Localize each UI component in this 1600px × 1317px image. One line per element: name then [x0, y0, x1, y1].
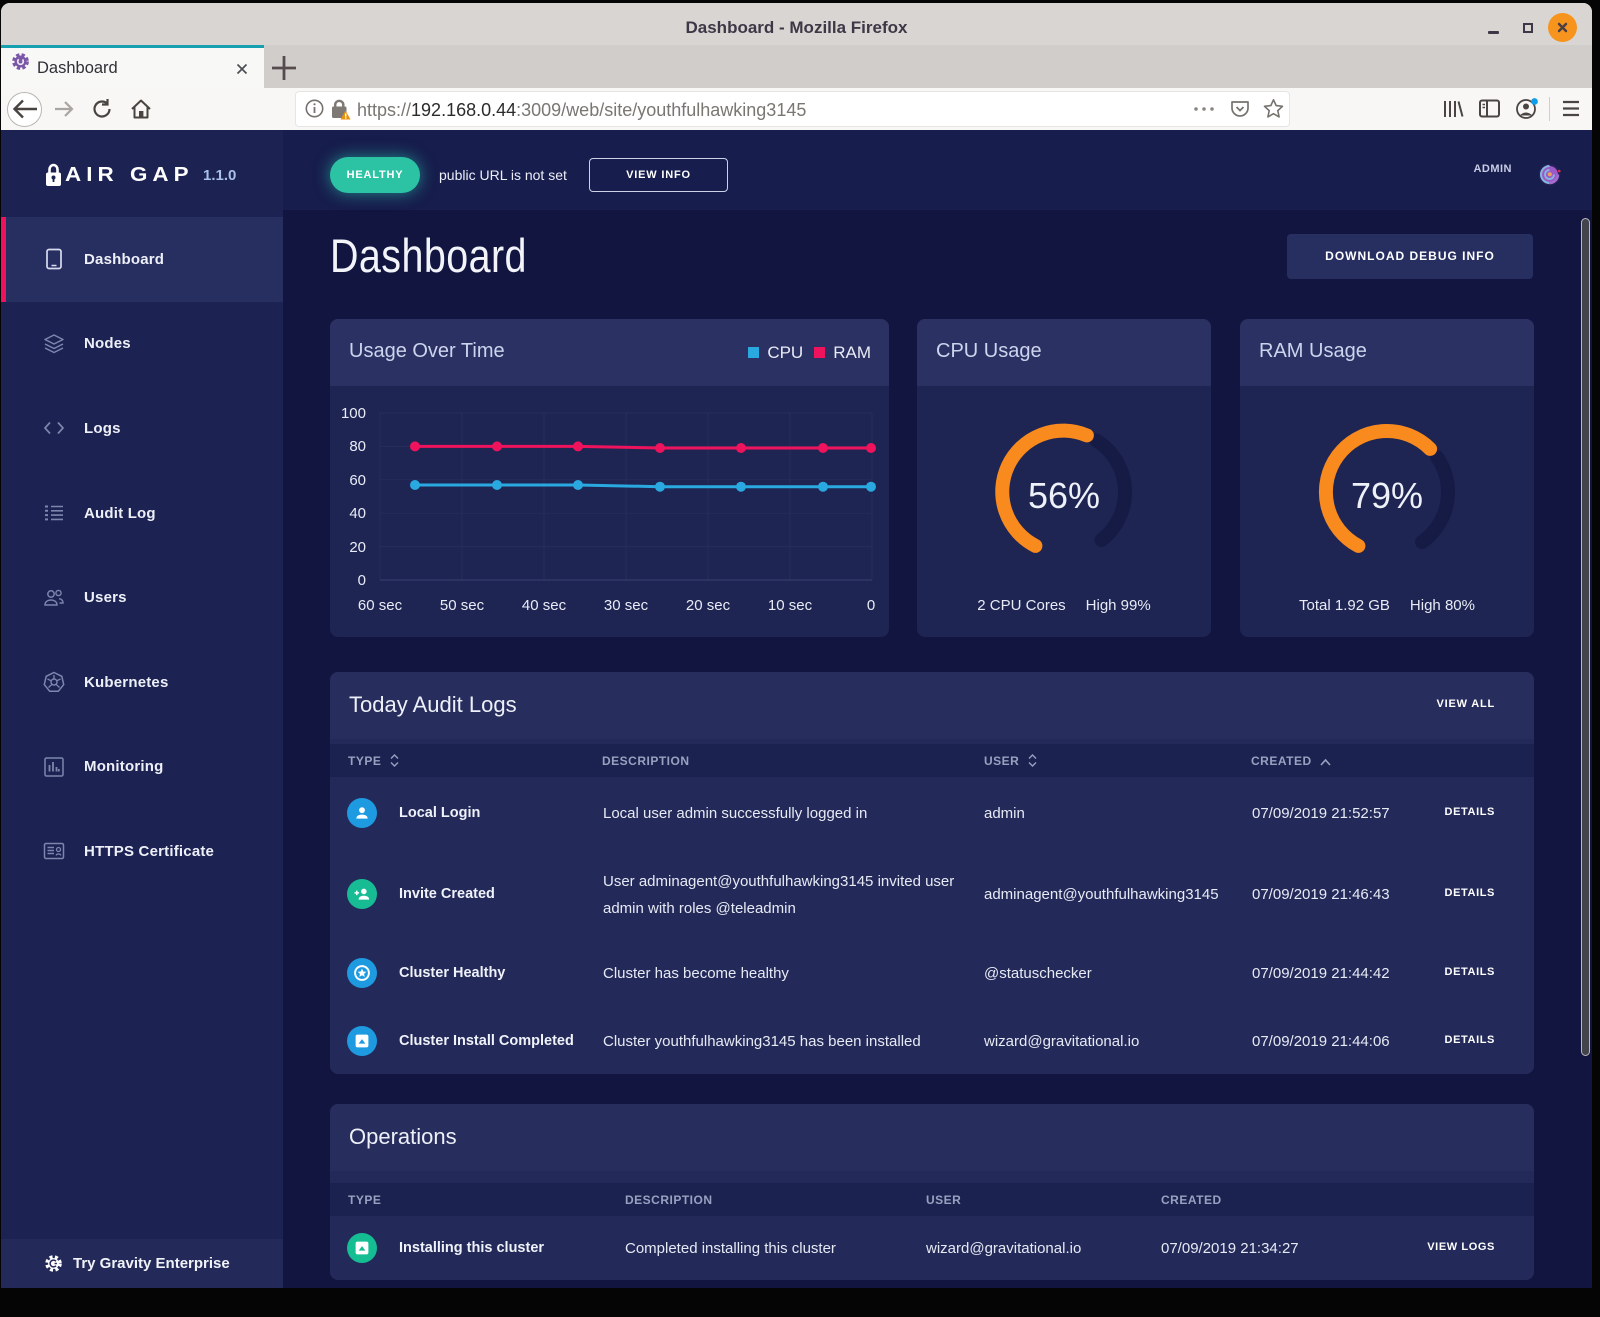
svg-text:100: 100	[341, 405, 366, 422]
svg-text:20: 20	[349, 539, 366, 556]
svg-text:60 sec: 60 sec	[358, 597, 403, 614]
svg-text:0: 0	[867, 597, 875, 614]
svg-text:20 sec: 20 sec	[686, 597, 731, 614]
svg-text:80: 80	[349, 438, 366, 455]
svg-text:40 sec: 40 sec	[522, 597, 567, 614]
svg-text:60: 60	[349, 472, 366, 489]
svg-text:10 sec: 10 sec	[768, 597, 813, 614]
svg-text:50 sec: 50 sec	[440, 597, 485, 614]
svg-text:30 sec: 30 sec	[604, 597, 649, 614]
svg-text:0: 0	[358, 572, 366, 589]
svg-text:40: 40	[349, 505, 366, 522]
